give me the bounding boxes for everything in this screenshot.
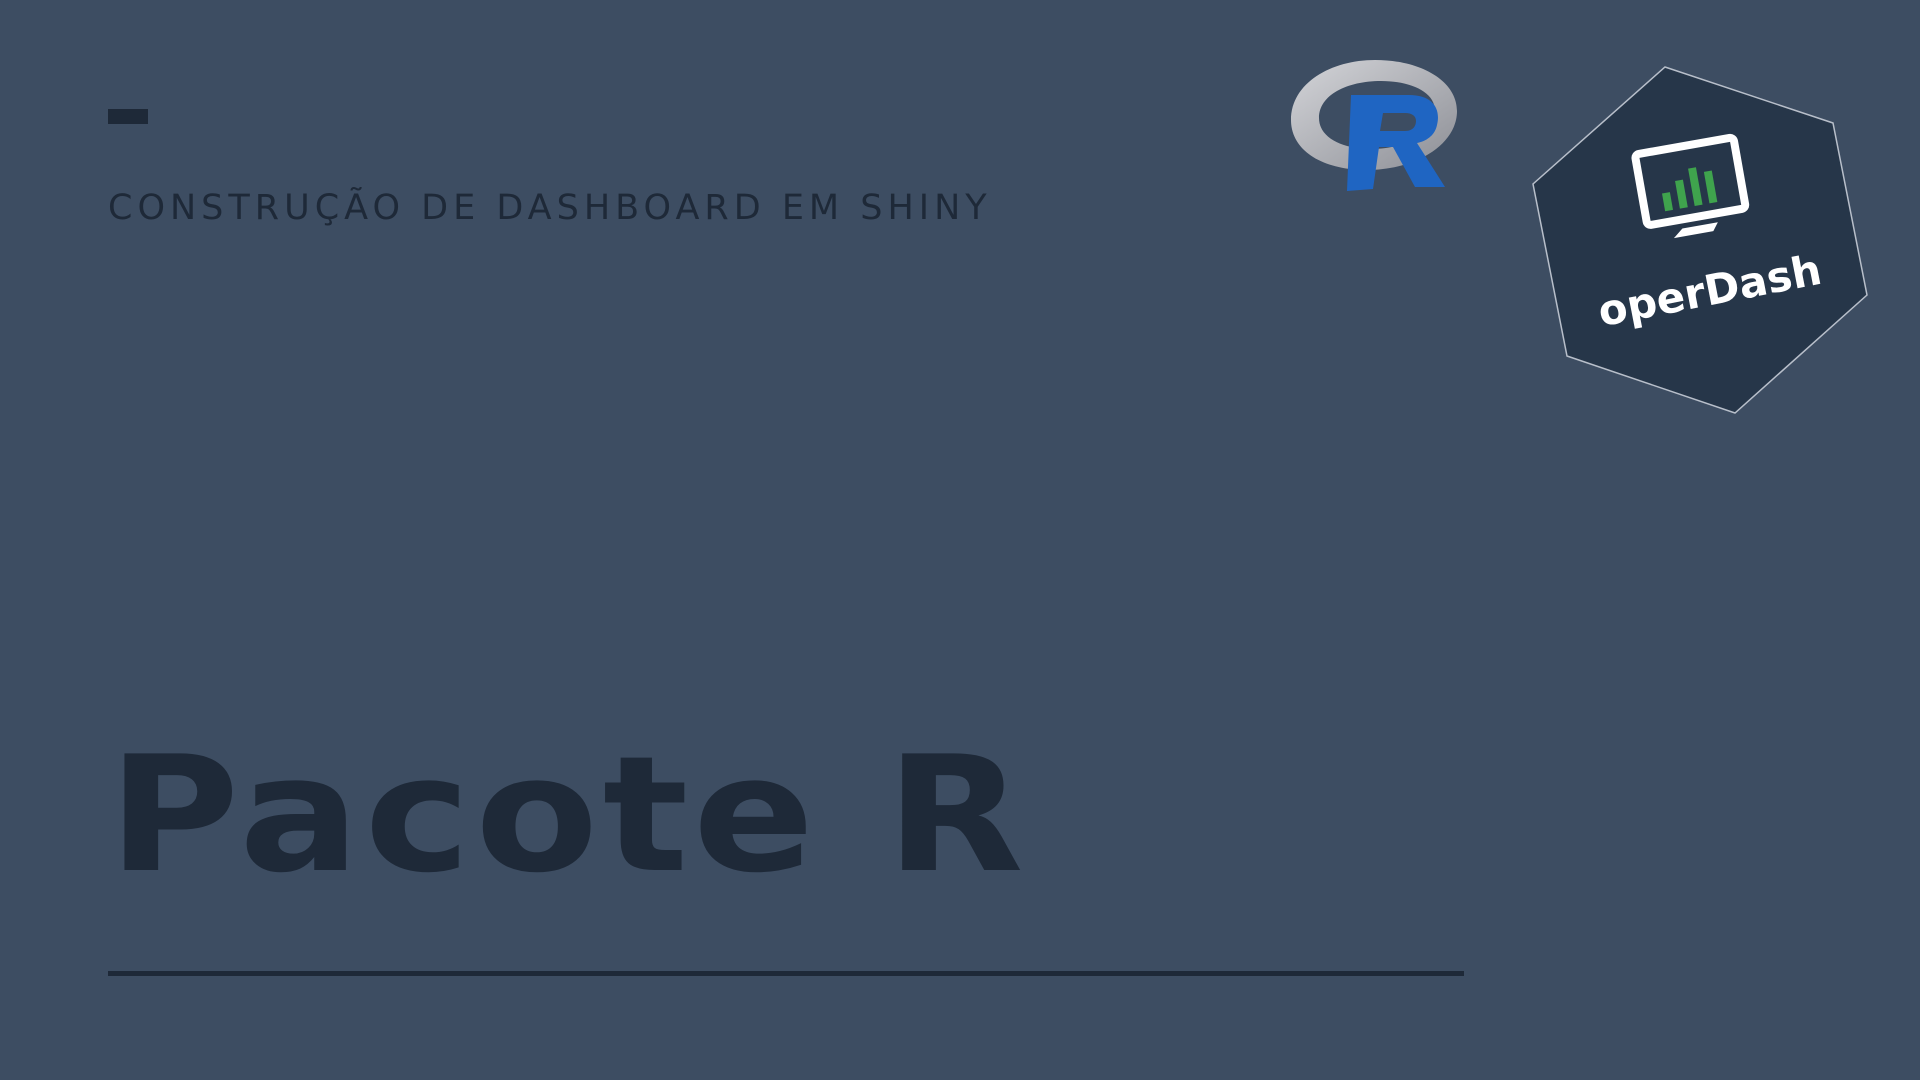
operdash-hex-logo-icon: operDash	[1532, 66, 1868, 414]
divider-line	[108, 971, 1464, 976]
r-language-logo-icon: R	[1291, 60, 1457, 191]
slide-title: Pacote R	[108, 721, 1029, 908]
slide-subtitle: CONSTRUÇÃO DE DASHBOARD EM SHINY	[108, 188, 992, 228]
accent-dash	[108, 109, 148, 124]
title-slide: CONSTRUÇÃO DE DASHBOARD EM SHINY R operD…	[0, 0, 1920, 1080]
